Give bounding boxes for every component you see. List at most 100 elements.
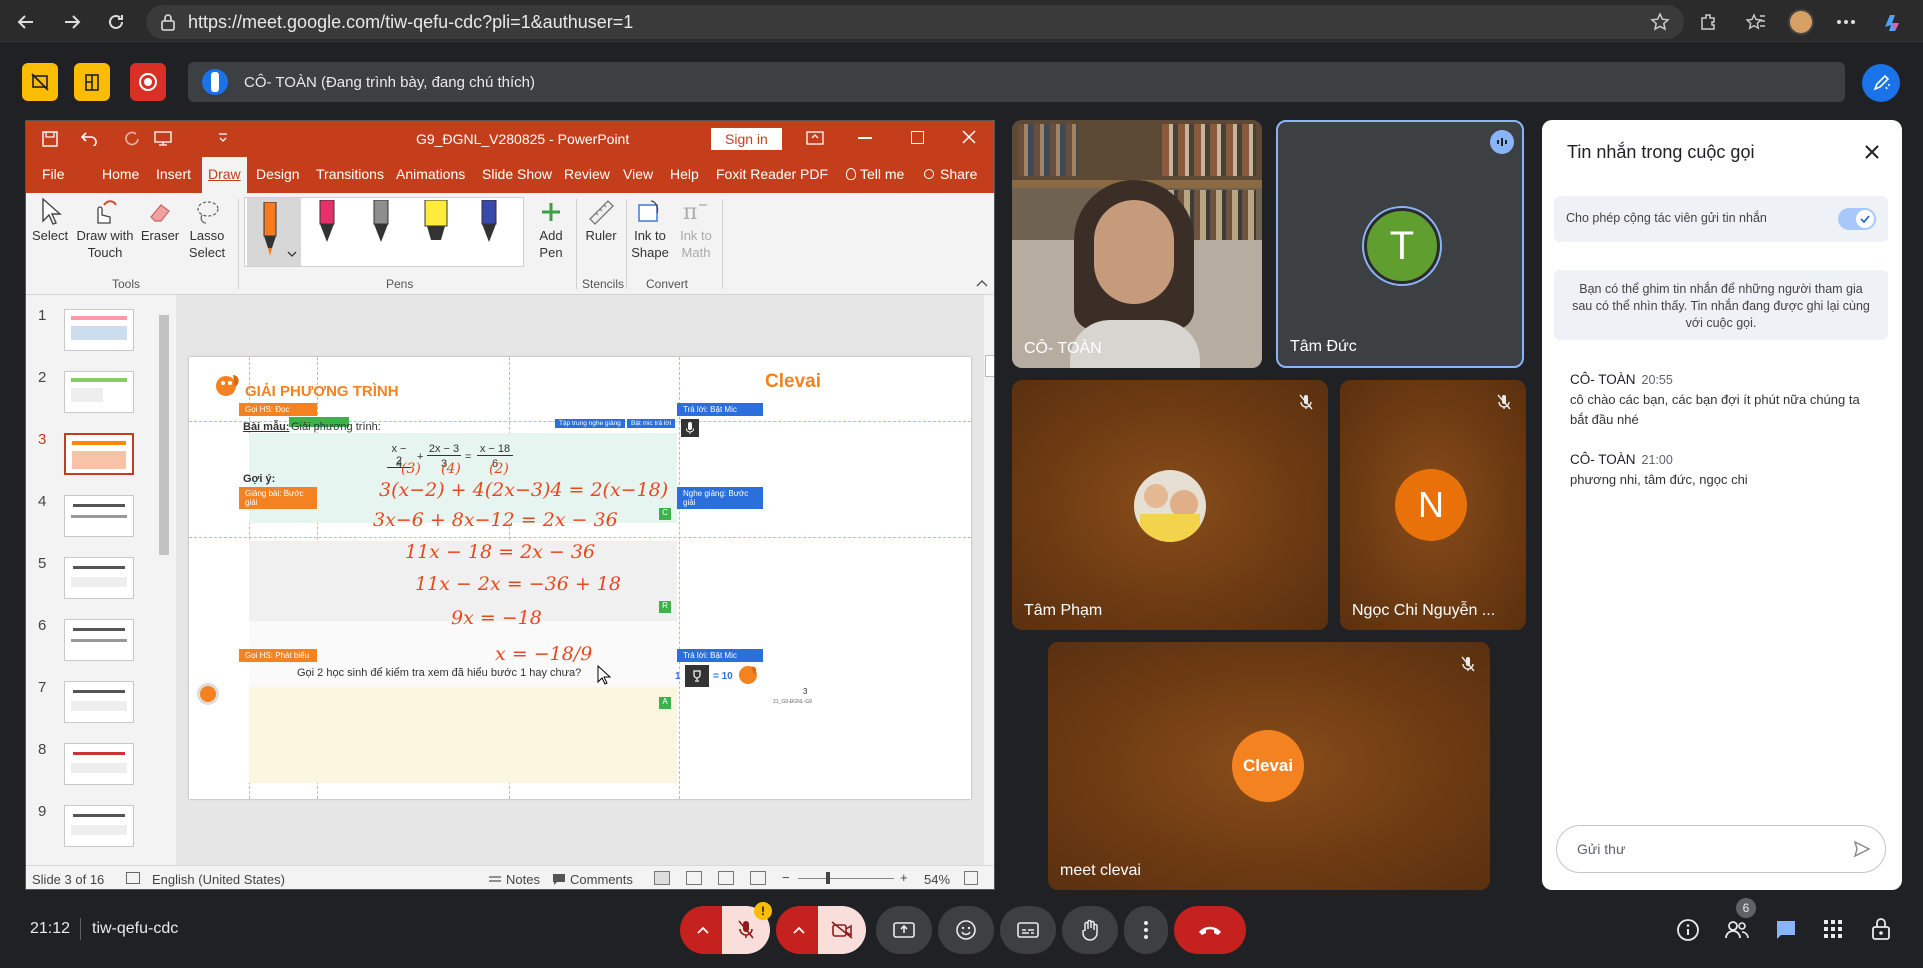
present-screen-button[interactable] [876, 906, 932, 954]
meeting-info-icon[interactable] [1676, 918, 1700, 942]
leave-call-button[interactable] [1174, 906, 1246, 954]
slide-sorter-icon[interactable] [686, 871, 702, 885]
lock-icon[interactable] [160, 13, 176, 31]
normal-view-icon[interactable] [654, 871, 670, 885]
notes-button[interactable]: Notes [488, 872, 540, 887]
slide-thumbnail[interactable] [64, 619, 134, 661]
slide-thumbnail[interactable] [64, 371, 134, 413]
comments-button[interactable]: Comments [552, 872, 633, 887]
undo-icon[interactable] [80, 130, 98, 146]
forward-icon[interactable] [58, 8, 86, 36]
tab-design[interactable]: Design [256, 166, 300, 182]
hide-presentation-button[interactable] [22, 63, 58, 101]
favorite-star-icon[interactable] [1650, 12, 1670, 32]
pen-gray[interactable] [369, 200, 393, 250]
participant-tile-tam-duc[interactable]: T Tâm Đức [1276, 120, 1524, 368]
ribbon-display-icon[interactable] [806, 130, 824, 146]
redo-icon[interactable] [124, 130, 140, 146]
ink-to-math-button[interactable]: π Ink to Math [674, 197, 718, 261]
minimize-icon[interactable] [858, 137, 872, 139]
more-menu-icon[interactable] [1832, 8, 1860, 36]
collapse-ribbon-icon[interactable] [976, 279, 988, 287]
tab-draw[interactable]: Draw [202, 157, 247, 193]
language-indicator[interactable]: English (United States) [152, 872, 285, 887]
people-icon[interactable] [1724, 918, 1750, 942]
ink-to-shape-button[interactable]: Ink to Shape [628, 197, 672, 261]
slide-thumbnail[interactable] [64, 309, 134, 351]
send-icon[interactable] [1853, 840, 1871, 858]
slide-thumbnail[interactable] [64, 495, 134, 537]
highlighter-yellow[interactable] [421, 200, 451, 250]
activities-icon[interactable] [1822, 918, 1844, 940]
tab-tell-me[interactable]: Tell me [846, 166, 904, 182]
allow-messages-toggle[interactable] [1838, 208, 1876, 230]
zoom-level[interactable]: 54% [924, 872, 950, 887]
pen-blue-galaxy[interactable] [477, 200, 501, 250]
close-window-icon[interactable] [961, 129, 977, 145]
share-button[interactable]: Share [924, 166, 977, 182]
eraser-button[interactable]: Eraser [138, 197, 182, 244]
host-controls-lock-icon[interactable] [1870, 916, 1892, 942]
chat-icon[interactable] [1774, 918, 1798, 942]
save-icon[interactable] [42, 131, 58, 147]
back-icon[interactable] [12, 8, 40, 36]
start-slideshow-icon[interactable] [154, 130, 172, 146]
tab-animations[interactable]: Animations [396, 166, 465, 182]
participant-tile-ngoc-chi[interactable]: N Ngọc Chi Nguyễn ... [1340, 380, 1526, 630]
zoom-slider[interactable] [798, 878, 894, 879]
zoom-out-icon[interactable]: − [782, 870, 790, 885]
draw-with-touch-button[interactable]: Draw with Touch [70, 197, 140, 261]
slide-scrollbar[interactable] [984, 295, 994, 865]
slide-thumbnail[interactable] [64, 681, 134, 723]
annotate-pen-icon[interactable] [1862, 64, 1900, 102]
tab-help[interactable]: Help [670, 166, 699, 182]
more-options-icon[interactable] [1124, 906, 1168, 954]
address-bar[interactable]: https://meet.google.com/tiw-qefu-cdc?pli… [146, 5, 1684, 39]
thumbnails-scrollbar[interactable] [156, 297, 172, 863]
copilot-icon[interactable] [1878, 8, 1906, 36]
add-pen-button[interactable]: Add Pen [530, 197, 572, 261]
accessibility-icon[interactable] [126, 872, 140, 884]
close-chat-icon[interactable] [1858, 138, 1886, 166]
chat-message-input[interactable]: Gửi thư [1556, 825, 1886, 873]
pen-pink[interactable] [315, 200, 339, 250]
tab-slide-show[interactable]: Slide Show [482, 166, 552, 182]
reading-view-icon[interactable] [718, 871, 734, 885]
participant-tile-tam-pham[interactable]: Tâm Phạm [1012, 380, 1328, 630]
tab-insert[interactable]: Insert [156, 166, 191, 182]
record-button[interactable] [130, 63, 166, 101]
camera-toggle-button[interactable] [818, 906, 866, 954]
maximize-icon[interactable] [911, 131, 924, 144]
video-options-chevron[interactable] [776, 906, 822, 954]
slideshow-view-icon[interactable] [750, 871, 766, 885]
slide-thumbnail[interactable] [64, 805, 134, 847]
zoom-slider-thumb[interactable] [826, 872, 830, 884]
raise-hand-button[interactable] [1062, 906, 1118, 954]
tab-file[interactable]: File [42, 166, 65, 182]
pen-dropdown-icon[interactable] [287, 250, 297, 258]
slide-thumbnail-active[interactable] [64, 433, 134, 475]
reload-icon[interactable] [102, 8, 130, 36]
zoom-in-icon[interactable]: + [900, 870, 908, 885]
captions-button[interactable] [1000, 906, 1056, 954]
participant-tile-co-toan[interactable]: CÔ- TOÀN [1012, 120, 1262, 368]
tab-foxit[interactable]: Foxit Reader PDF [716, 166, 828, 182]
participant-tile-meet-clevai[interactable]: Clevai meet clevai [1048, 642, 1490, 890]
tab-transitions[interactable]: Transitions [316, 166, 384, 182]
tab-review[interactable]: Review [564, 166, 610, 182]
sign-in-button[interactable]: Sign in [711, 128, 782, 150]
profile-avatar[interactable] [1787, 8, 1815, 36]
audio-options-chevron[interactable] [680, 906, 726, 954]
emoji-reaction-button[interactable] [938, 906, 994, 954]
fit-to-window-icon[interactable] [964, 871, 978, 885]
select-tool-button[interactable]: Select [32, 197, 68, 244]
favorites-icon[interactable] [1742, 8, 1770, 36]
slide-thumbnail[interactable] [64, 557, 134, 599]
slide-thumbnail[interactable] [64, 743, 134, 785]
tab-view[interactable]: View [623, 166, 653, 182]
tab-home[interactable]: Home [102, 166, 139, 182]
lasso-select-button[interactable]: Lasso Select [182, 197, 232, 261]
layout-button[interactable] [74, 63, 110, 101]
ruler-button[interactable]: Ruler [579, 197, 623, 244]
extensions-icon[interactable] [1694, 8, 1722, 36]
